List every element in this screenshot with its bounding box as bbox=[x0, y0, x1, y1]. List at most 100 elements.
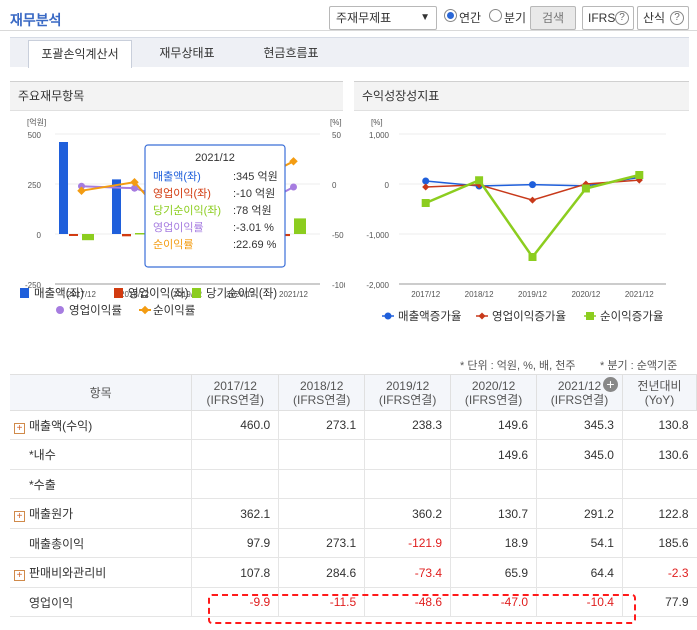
data-point bbox=[422, 177, 430, 185]
tooltip-value: :78 억원 bbox=[233, 204, 272, 217]
expand-icon[interactable]: + bbox=[14, 570, 25, 581]
legend-label: 영업이익증가율 bbox=[492, 310, 566, 323]
ifrs-label: IFRS bbox=[588, 11, 616, 25]
legend-label: 매출액(좌) bbox=[34, 287, 84, 300]
header-divider bbox=[0, 30, 697, 31]
column-header-line2: (IFRS연결) bbox=[292, 392, 351, 407]
row-label-cell: + 매출원가 bbox=[10, 498, 192, 529]
table-row: *내수 149.6 345.0 130.6 bbox=[10, 439, 697, 470]
tooltip-label: 매출액(좌) bbox=[153, 170, 201, 183]
quarter-note: * 분기 : 순액기준 bbox=[600, 360, 678, 372]
table-cell bbox=[278, 469, 365, 499]
table-cell bbox=[278, 439, 365, 470]
table-cell: 130.7 bbox=[450, 498, 537, 529]
statement-select[interactable]: 주재무제표 ▼ bbox=[329, 6, 437, 30]
table-cell: 149.6 bbox=[450, 439, 537, 470]
table-cell bbox=[278, 498, 365, 529]
y-tick-label: -1,000 bbox=[366, 231, 389, 240]
column-header-line1: 2019/12 bbox=[385, 378, 430, 393]
legend-swatch bbox=[478, 312, 486, 320]
legend-swatch bbox=[114, 288, 123, 298]
y-unit: [%] bbox=[371, 118, 383, 127]
table-cell bbox=[450, 469, 537, 499]
bar-revenue bbox=[59, 142, 68, 234]
legend-swatch bbox=[56, 306, 64, 314]
expand-icon[interactable]: + bbox=[14, 422, 25, 434]
period-quarter-radio[interactable] bbox=[489, 9, 502, 22]
row-label: 매출원가 bbox=[29, 507, 74, 521]
row-label: 영업이익 bbox=[29, 595, 74, 610]
row-label: 판매비와관리비 bbox=[29, 566, 107, 580]
tooltip-label: 영업이익률 bbox=[153, 221, 204, 234]
table-cell: 273.1 bbox=[278, 528, 365, 558]
legend-swatch bbox=[384, 312, 392, 320]
point-operating-margin bbox=[290, 183, 297, 191]
chevron-down-icon: ▼ bbox=[420, 12, 430, 23]
data-point bbox=[581, 184, 590, 193]
table-cell: -73.4 bbox=[364, 557, 451, 588]
tab-cash-flow[interactable]: 현금흐름표 bbox=[246, 40, 336, 68]
legend-label: 영업이익률 bbox=[69, 304, 122, 317]
table-cell: 284.6 bbox=[278, 557, 365, 588]
help-icon: ? bbox=[670, 11, 684, 25]
legend-swatch bbox=[192, 288, 201, 298]
tooltip-label: 순이익률 bbox=[153, 238, 193, 251]
legend-label: 순이익증가율 bbox=[600, 310, 663, 323]
table-cell: 460.0 bbox=[191, 410, 279, 440]
add-column-icon[interactable]: + bbox=[603, 377, 618, 392]
table-cell: 130.8 bbox=[621, 410, 697, 440]
y-left-unit: [억원] bbox=[27, 117, 46, 127]
table-cell: 65.9 bbox=[450, 557, 537, 588]
x-tick-label: 2017/12 bbox=[411, 290, 440, 299]
table-cell: 64.4 bbox=[536, 557, 623, 588]
table-cell: 97.9 bbox=[191, 528, 279, 558]
ifrs-button[interactable]: IFRS? bbox=[582, 6, 634, 30]
expand-icon[interactable]: + bbox=[14, 511, 25, 522]
tab-income-statement[interactable]: 포괄손익계산서 bbox=[28, 40, 132, 68]
row-label: 매출액(수익) bbox=[29, 418, 93, 433]
tooltip-value: :345 억원 bbox=[233, 170, 278, 183]
legend-swatch bbox=[20, 288, 29, 298]
data-point bbox=[422, 183, 430, 191]
tooltip-label: 당기순이익(좌) bbox=[153, 204, 221, 217]
search-button[interactable]: 검색 bbox=[530, 6, 576, 30]
table-cell: 18.9 bbox=[450, 528, 537, 558]
row-label-cell: 매출총이익 bbox=[10, 528, 192, 558]
table-cell: 122.8 bbox=[621, 498, 697, 529]
financial-table: 항목 2017/12 (IFRS연결) 2018/12 (IFRS연결) 2019/12(… bbox=[10, 374, 697, 617]
legend-swatch bbox=[586, 312, 594, 320]
data-point bbox=[475, 176, 484, 185]
period-annual-radio[interactable] bbox=[444, 9, 457, 22]
formula-button[interactable]: 산식? bbox=[637, 6, 689, 30]
bar-net-income bbox=[82, 234, 94, 241]
growth-chart: 1,000 0 -1,000 -2,000 [%] 2017/12 2018/12 2019/… bbox=[366, 118, 666, 323]
statement-select-value: 주재무제표 bbox=[336, 11, 392, 25]
column-header-line2: (IFRS연결) bbox=[378, 392, 437, 407]
x-tick-label: 2018/12 bbox=[465, 290, 494, 299]
table-cell: 149.6 bbox=[450, 410, 537, 440]
y-right-tick-label: -50 bbox=[332, 231, 344, 240]
y-tick-label: -2,000 bbox=[366, 281, 389, 290]
formula-label: 산식 bbox=[643, 11, 666, 25]
tooltip-value: :-10 억원 bbox=[233, 187, 275, 200]
column-header-line1: 항목 bbox=[89, 385, 112, 400]
x-tick-label: 2021/12 bbox=[279, 290, 308, 299]
tab-balance-sheet[interactable]: 재무상태표 bbox=[142, 40, 232, 68]
table-cell: 273.1 bbox=[278, 410, 365, 440]
table-cell: 107.8 bbox=[191, 557, 279, 588]
row-label-cell: *수출 bbox=[10, 469, 192, 499]
x-tick-label: 2021/12 bbox=[625, 290, 654, 299]
table-header-row: 항목 2017/12 (IFRS연결) 2018/12 (IFRS연결) 2019/12(… bbox=[10, 374, 697, 411]
table-row: + 매출원가 362.1 360.2 130.7 291.2 122.8 bbox=[10, 498, 697, 529]
table-cell bbox=[621, 469, 697, 499]
row-label: 매출총이익 bbox=[29, 536, 85, 551]
table-cell: 130.6 bbox=[621, 439, 697, 470]
y-left-tick-label: 250 bbox=[28, 181, 42, 190]
table-cell: 345.3 bbox=[536, 410, 623, 440]
table-cell bbox=[364, 469, 451, 499]
table-cell: 291.2 bbox=[536, 498, 623, 529]
column-header: 항목 bbox=[10, 374, 193, 411]
y-right-unit: [%] bbox=[330, 118, 342, 127]
column-header-line2: (IFRS연결) bbox=[550, 392, 609, 407]
x-tick-label: 2020/12 bbox=[571, 290, 600, 299]
